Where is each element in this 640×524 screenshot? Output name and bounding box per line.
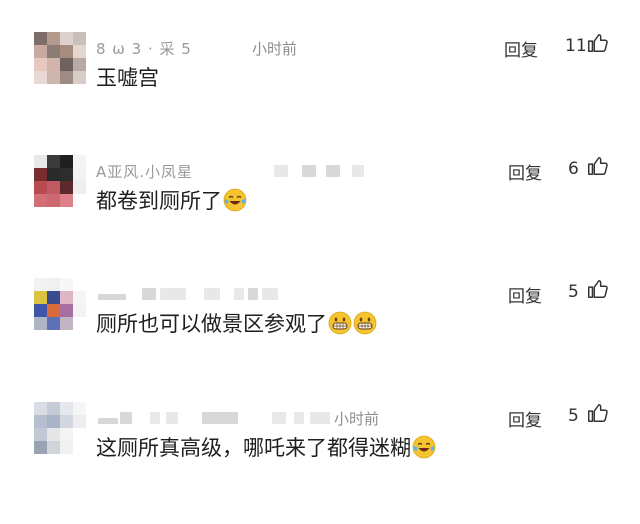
like-count: 11 xyxy=(565,36,587,56)
redaction-block xyxy=(98,294,126,300)
like-count: 5 xyxy=(568,282,579,302)
reply-button[interactable]: 回复 xyxy=(508,282,542,307)
username[interactable]: 8 ω 3 · 采 5 小时前 xyxy=(96,38,396,58)
redaction-block xyxy=(120,412,132,424)
redaction-block xyxy=(352,165,364,177)
redaction-block xyxy=(294,412,304,424)
timestamp: 小时前 xyxy=(252,40,298,58)
comment-item: 小时前 这厕所真高级，哪吒来了都得迷糊 回复 5 xyxy=(0,402,640,524)
redaction-block xyxy=(150,412,160,424)
comment-text-content: 玉嘘宫 xyxy=(96,66,159,90)
redaction-block xyxy=(326,165,340,177)
thumbs-up-icon[interactable] xyxy=(586,155,608,177)
comment-item: 厕所也可以做景区参观了 回复 5 xyxy=(0,278,640,400)
grinning-face-icon xyxy=(353,311,377,335)
username[interactable]: 小时前 xyxy=(96,408,396,428)
avatar[interactable] xyxy=(34,32,86,84)
comment-text: 厕所也可以做景区参观了 xyxy=(96,308,377,338)
comment-text: 这厕所真高级，哪吒来了都得迷糊 xyxy=(96,432,436,462)
username-text: 8 ω 3 · 采 5 xyxy=(96,40,192,58)
redaction-block xyxy=(274,165,288,177)
redaction-block xyxy=(98,418,118,424)
redaction-block xyxy=(310,412,330,424)
face-with-tears-of-joy-icon xyxy=(223,188,247,212)
redaction-block xyxy=(272,412,286,424)
redaction-block xyxy=(160,288,186,300)
thumbs-up-icon[interactable] xyxy=(586,32,608,54)
comment-item: 8 ω 3 · 采 5 小时前 玉嘘宫 回复 11 xyxy=(0,32,640,154)
username[interactable]: A亚风.小凤星 xyxy=(96,161,396,181)
reply-button[interactable]: 回复 xyxy=(504,36,538,61)
comment-text: 玉嘘宫 xyxy=(96,62,159,92)
timestamp: 小时前 xyxy=(334,410,380,428)
redaction-block xyxy=(166,412,178,424)
redaction-block xyxy=(302,165,316,177)
username-text: A亚风.小凤星 xyxy=(96,163,194,181)
redaction-block xyxy=(202,412,238,424)
reply-button[interactable]: 回复 xyxy=(508,159,542,184)
username[interactable] xyxy=(96,284,396,302)
like-count: 6 xyxy=(568,159,579,179)
comment-text: 都卷到厕所了 xyxy=(96,185,247,215)
redaction-block xyxy=(234,288,244,300)
reply-button[interactable]: 回复 xyxy=(508,406,542,431)
avatar[interactable] xyxy=(34,402,86,454)
redaction-block xyxy=(142,288,156,300)
face-with-tears-of-joy-icon xyxy=(412,435,436,459)
comment-text-content: 都卷到厕所了 xyxy=(96,189,222,213)
avatar[interactable] xyxy=(34,278,86,330)
grinning-face-icon xyxy=(328,311,352,335)
redaction-block xyxy=(262,288,278,300)
redaction-block xyxy=(248,288,258,300)
comment-text-content: 厕所也可以做景区参观了 xyxy=(96,312,327,336)
comment-item: A亚风.小凤星 都卷到厕所了 回复 6 xyxy=(0,155,640,277)
avatar[interactable] xyxy=(34,155,86,207)
thumbs-up-icon[interactable] xyxy=(586,278,608,300)
thumbs-up-icon[interactable] xyxy=(586,402,608,424)
redaction-block xyxy=(204,288,220,300)
comment-text-content: 这厕所真高级，哪吒来了都得迷糊 xyxy=(96,436,411,460)
like-count: 5 xyxy=(568,406,579,426)
